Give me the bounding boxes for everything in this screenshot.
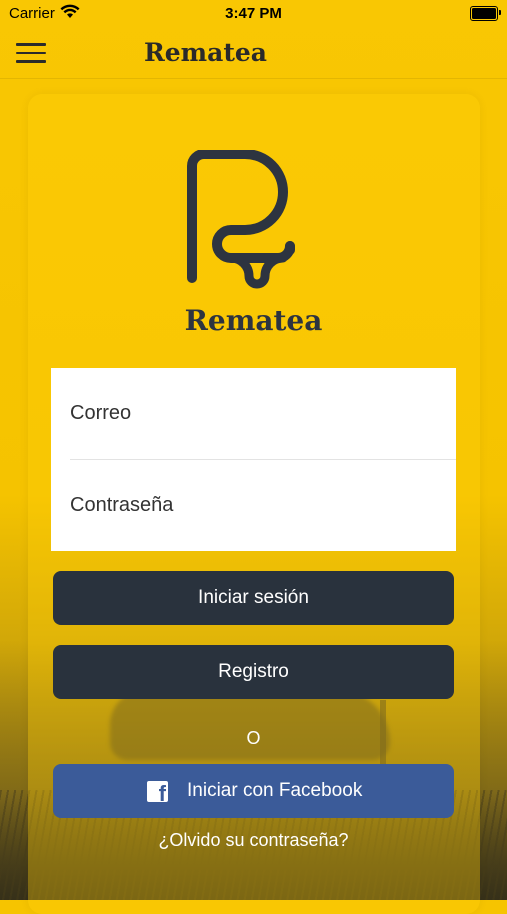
nav-title: Rematea xyxy=(144,38,267,67)
facebook-button-label: Iniciar con Facebook xyxy=(187,780,363,801)
hamburger-menu-icon[interactable] xyxy=(16,43,46,63)
login-form xyxy=(51,368,456,551)
navigation-bar: Rematea xyxy=(0,28,507,79)
password-field-container xyxy=(70,460,456,551)
facebook-login-button[interactable]: f Iniciar con Facebook xyxy=(53,764,454,818)
clock-time: 3:47 PM xyxy=(225,5,282,22)
or-separator: O xyxy=(246,728,261,748)
email-field-container xyxy=(70,368,456,460)
battery-icon xyxy=(470,6,501,21)
password-field[interactable] xyxy=(70,460,456,551)
facebook-icon: f xyxy=(147,781,168,805)
login-button[interactable]: Iniciar sesión xyxy=(53,571,454,625)
email-field[interactable] xyxy=(70,368,456,459)
rematea-logo-icon xyxy=(187,150,295,289)
forgot-password-link[interactable]: ¿Olvido su contraseña? xyxy=(0,830,507,851)
logo-wordmark: Rematea xyxy=(184,304,323,337)
status-bar: Carrier 3:47 PM xyxy=(0,0,507,28)
register-button[interactable]: Registro xyxy=(53,645,454,699)
